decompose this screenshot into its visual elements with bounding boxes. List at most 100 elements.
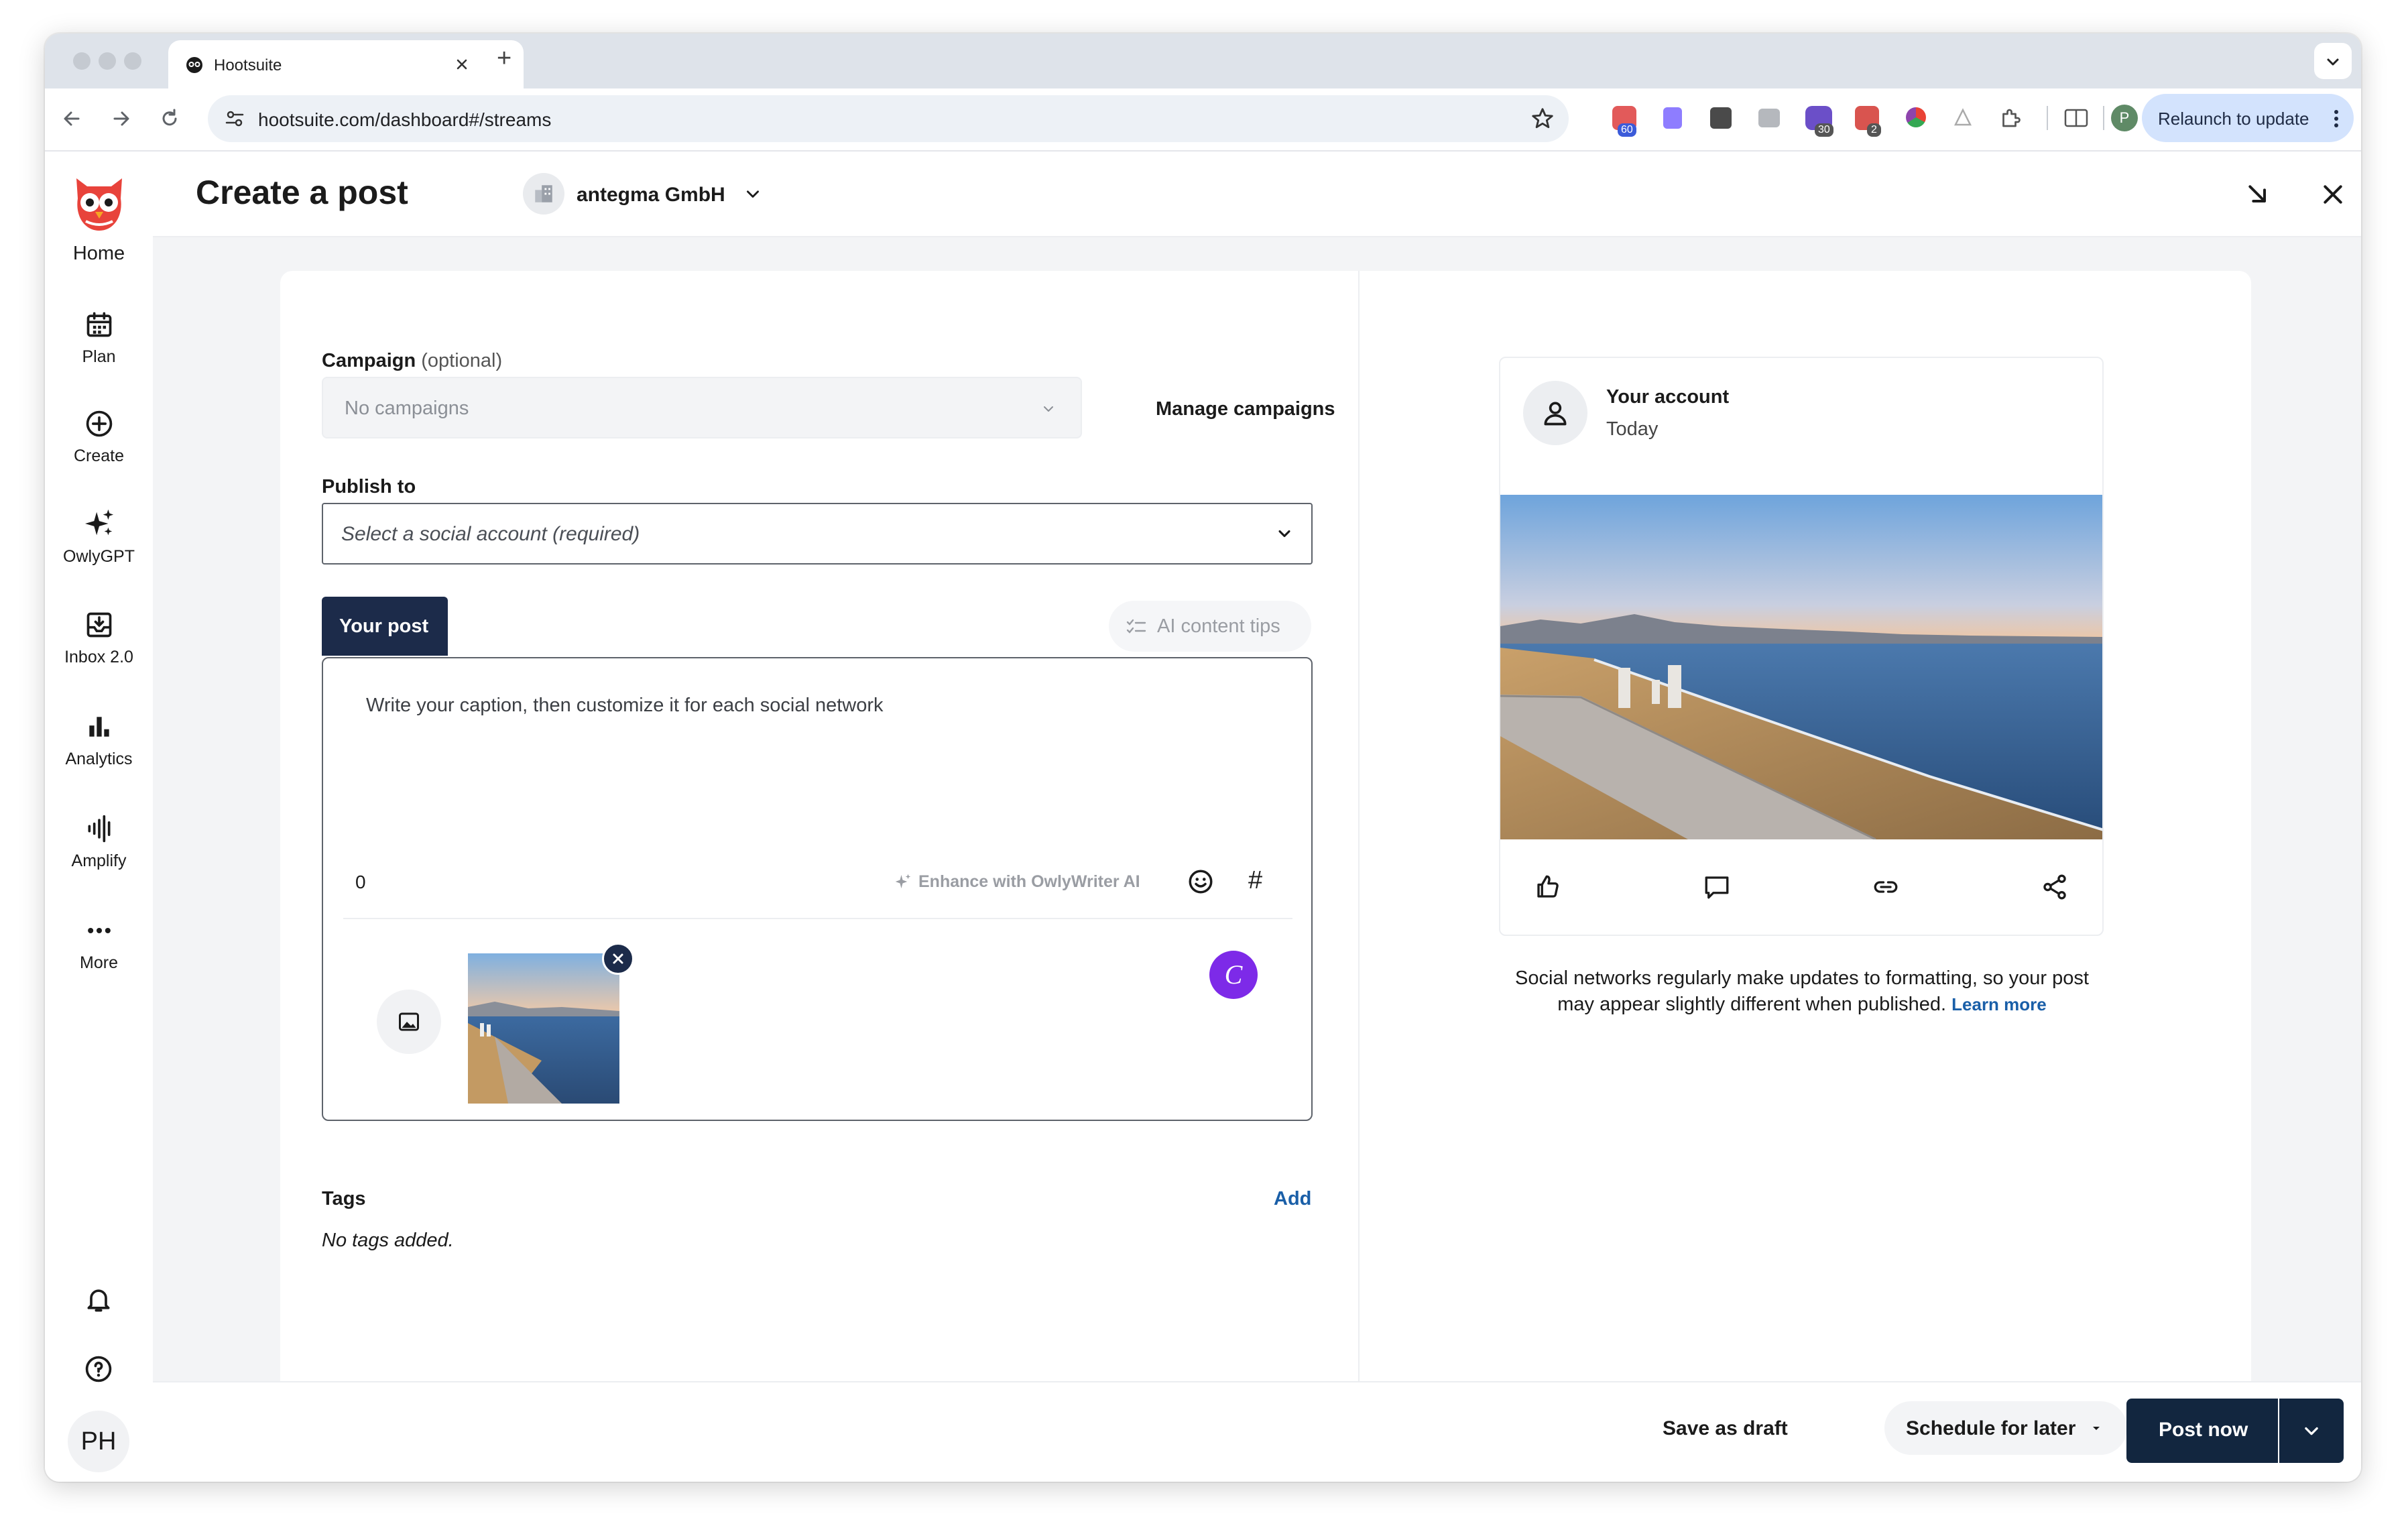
- relaunch-button[interactable]: Relaunch to update: [2142, 94, 2354, 142]
- bar-chart-icon: [88, 717, 109, 737]
- window-zoom-dot[interactable]: [124, 52, 141, 70]
- bookmark-star-icon[interactable]: [1530, 106, 1555, 131]
- extension-color-icon[interactable]: [1906, 107, 1926, 127]
- sidebar-item-plan[interactable]: Plan: [45, 310, 153, 367]
- beach-photo-thumbnail: [468, 953, 619, 1104]
- extension-a-icon[interactable]: [1710, 107, 1732, 129]
- organization-logo: [523, 173, 564, 215]
- sidebar-item-home[interactable]: Home: [45, 172, 153, 265]
- chevron-down-icon: [1278, 530, 1290, 538]
- sidebar-home-label: Home: [72, 243, 125, 264]
- tab-your-post[interactable]: Your post: [322, 597, 448, 656]
- sidebar-item-analytics[interactable]: Analytics: [45, 712, 153, 769]
- back-arrow-icon[interactable]: [60, 107, 84, 131]
- site-settings-icon[interactable]: [224, 108, 245, 129]
- preview-disclaimer: Social networks regularly make updates t…: [1514, 965, 2090, 1018]
- reading-list-icon[interactable]: [2063, 106, 2090, 130]
- help-icon[interactable]: [84, 1354, 113, 1384]
- social-account-select[interactable]: Select a social account (required): [322, 503, 1313, 565]
- extension-d-icon[interactable]: [1663, 107, 1682, 129]
- sidebar-item-label: Analytics: [65, 750, 133, 768]
- composer-header: Create a post antegma GmbH: [153, 152, 2361, 237]
- campaign-optional: (optional): [421, 350, 503, 371]
- caption-input[interactable]: Write your caption, then customize it fo…: [366, 695, 884, 717]
- extension-camera-icon[interactable]: [1758, 109, 1780, 127]
- amplify-icon: [88, 815, 110, 843]
- schedule-later-label: Schedule for later: [1906, 1417, 2076, 1439]
- share-icon: [2043, 874, 2066, 900]
- composer-card: Campaign (optional) No campaigns Manage …: [280, 271, 2251, 1381]
- user-avatar[interactable]: PH: [68, 1411, 129, 1472]
- extensions-puzzle-icon[interactable]: [1998, 106, 2023, 130]
- extension-badge: 60: [1618, 123, 1636, 137]
- window-minimize-dot[interactable]: [99, 52, 116, 70]
- reload-icon[interactable]: [158, 107, 182, 131]
- url-text: hootsuite.com/dashboard#/streams: [258, 109, 552, 130]
- panel-divider: [1358, 271, 1360, 1381]
- post-options-button[interactable]: [2279, 1399, 2344, 1463]
- toolbar-divider: [2103, 106, 2104, 130]
- profile-avatar[interactable]: P: [2111, 105, 2138, 131]
- tab-search-button[interactable]: [2314, 43, 2352, 79]
- user-icon: [1544, 402, 1567, 426]
- hashtag-button[interactable]: #: [1248, 866, 1262, 895]
- sidebar-item-owlygpt[interactable]: OwlyGPT: [45, 508, 153, 567]
- relaunch-label: Relaunch to update: [2158, 109, 2309, 129]
- address-bar[interactable]: hootsuite.com/dashboard#/streams: [208, 95, 1569, 142]
- extension-triangle-icon[interactable]: [1953, 107, 1973, 127]
- new-tab-button[interactable]: +: [497, 44, 511, 73]
- sidebar-item-label: Plan: [82, 347, 116, 366]
- add-media-button[interactable]: [377, 990, 441, 1054]
- sidebar-item-amplify[interactable]: Amplify: [45, 814, 153, 871]
- comment-icon: [1705, 876, 1729, 899]
- canva-button[interactable]: C: [1209, 951, 1258, 999]
- learn-more-link[interactable]: Learn more: [1951, 994, 2047, 1014]
- publish-to-label: Publish to: [322, 476, 416, 497]
- hootsuite-favicon-icon: [186, 57, 202, 73]
- add-tag-link[interactable]: Add: [1274, 1188, 1311, 1210]
- close-tab-icon[interactable]: [455, 58, 469, 71]
- calendar-icon: [86, 312, 111, 337]
- browser-window: Hootsuite + hootsuite.com/dashboard#/str…: [45, 34, 2361, 1482]
- preview-account-name: Your account: [1606, 386, 1730, 408]
- emoji-icon[interactable]: [1187, 868, 1215, 896]
- chevron-down-icon: [1044, 406, 1053, 412]
- social-account-placeholder: Select a social account (required): [341, 523, 640, 545]
- organization-selector[interactable]: antegma GmbH: [523, 172, 771, 216]
- enhance-owlywriter-button[interactable]: Enhance with OwlyWriter AI: [918, 872, 1140, 892]
- beach-photo: [1500, 495, 2102, 839]
- character-count: 0: [355, 872, 366, 892]
- browser-tab[interactable]: Hootsuite: [168, 40, 524, 88]
- notifications-bell-icon[interactable]: [84, 1285, 113, 1314]
- window-close-dot[interactable]: [73, 52, 91, 70]
- chevron-down-icon: [2327, 58, 2339, 66]
- page-title: Create a post: [196, 174, 408, 211]
- composer-canvas: Campaign (optional) No campaigns Manage …: [153, 237, 2361, 1381]
- forward-arrow-icon[interactable]: [109, 107, 133, 131]
- sidebar-item-inbox[interactable]: Inbox 2.0: [45, 610, 153, 667]
- sidebar-item-label: More: [80, 953, 118, 972]
- schedule-later-button[interactable]: Schedule for later: [1884, 1401, 2127, 1455]
- remove-media-button[interactable]: [602, 943, 634, 975]
- preview-image: [1500, 495, 2102, 839]
- sidebar-item-create[interactable]: Create: [45, 409, 153, 466]
- ai-content-tips-button[interactable]: AI content tips: [1109, 601, 1311, 652]
- post-now-button[interactable]: Post now: [2126, 1399, 2278, 1463]
- sidebar-item-more[interactable]: More: [45, 916, 153, 973]
- save-draft-button[interactable]: Save as draft: [1663, 1417, 1788, 1440]
- campaign-select[interactable]: No campaigns: [322, 377, 1082, 438]
- campaign-placeholder: No campaigns: [345, 398, 469, 419]
- manage-campaigns-link[interactable]: Manage campaigns: [1156, 398, 1335, 420]
- minimize-composer-icon[interactable]: [2244, 181, 2271, 208]
- post-editor[interactable]: Write your caption, then customize it fo…: [322, 657, 1313, 1121]
- plus-circle-icon: [86, 410, 112, 437]
- attached-media-thumbnail[interactable]: [468, 953, 619, 1104]
- browser-toolbar: hootsuite.com/dashboard#/streams 60 30 2…: [45, 88, 2361, 152]
- composer-footer: Save as draft Schedule for later Post no…: [153, 1381, 2361, 1482]
- caret-down-icon: [2093, 1427, 2100, 1430]
- editor-separator: [343, 918, 1292, 919]
- link-icon: [1874, 881, 1898, 893]
- preview-avatar: [1523, 381, 1587, 445]
- close-icon[interactable]: [2320, 181, 2346, 208]
- tags-empty-text: No tags added.: [322, 1230, 454, 1251]
